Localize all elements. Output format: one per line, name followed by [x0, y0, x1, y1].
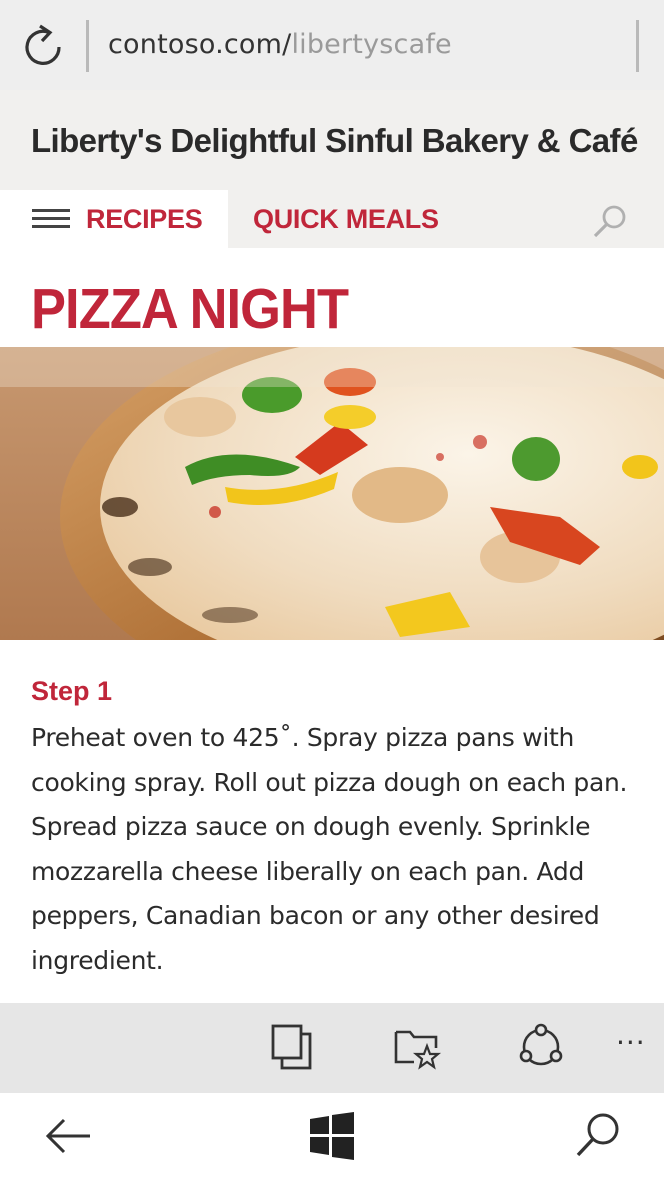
step-title: Step 1 — [31, 676, 113, 706]
share-icon[interactable] — [516, 1022, 566, 1072]
hamburger-menu-icon[interactable] — [32, 209, 70, 231]
refresh-icon[interactable] — [16, 20, 70, 74]
url-domain: contoso.com/ — [108, 29, 292, 60]
tabs-icon[interactable] — [268, 1022, 318, 1072]
address-separator — [86, 20, 89, 72]
page-title: PIZZA NIGHT — [31, 277, 349, 341]
search-icon[interactable] — [572, 1110, 624, 1162]
nav-item-quick-meals[interactable]: QUICK MEALS — [253, 204, 439, 235]
pizza-photo — [0, 347, 664, 640]
search-icon[interactable] — [590, 202, 630, 242]
address-end-separator — [636, 20, 639, 72]
favorites-icon[interactable] — [392, 1022, 442, 1072]
nav-item-recipes[interactable]: RECIPES — [86, 204, 203, 235]
site-title[interactable]: Liberty's Delightful Sinful Bakery & Caf… — [31, 122, 638, 160]
back-arrow-icon[interactable] — [42, 1110, 94, 1162]
more-options-button[interactable]: ··· — [616, 1026, 646, 1059]
url-path: libertyscafe — [291, 29, 452, 60]
windows-logo-icon[interactable] — [306, 1110, 358, 1162]
url-field[interactable]: contoso.com/libertyscafe — [108, 28, 452, 62]
step-text: Preheat oven to 425˚. Spray pizza pans w… — [31, 723, 628, 975]
